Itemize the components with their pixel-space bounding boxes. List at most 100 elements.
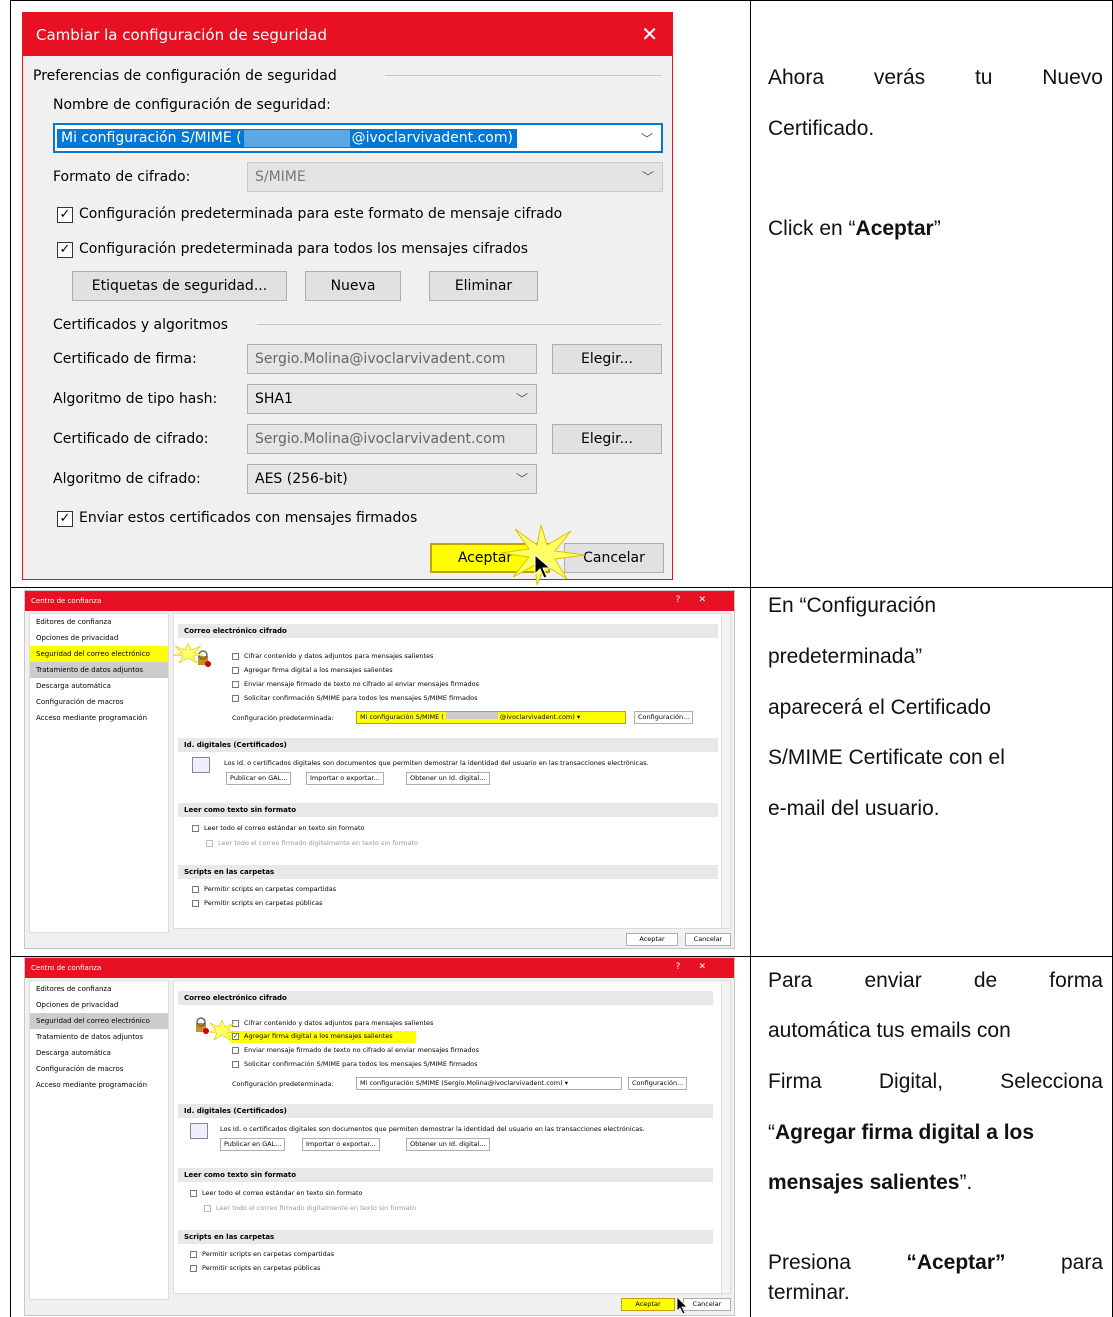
sidebar-item[interactable]: Descarga automática <box>30 678 168 694</box>
chevron-down-icon: ﹀ <box>515 472 528 486</box>
help-icon[interactable]: ? <box>676 962 699 972</box>
table-border-middle <box>750 0 751 1317</box>
scripts-public-checkbox[interactable] <box>192 900 199 907</box>
smime-receipt-checkbox[interactable] <box>232 695 239 702</box>
sidebar-item[interactable]: Tratamiento de datos adjuntos <box>30 662 168 678</box>
default-all-checkbox[interactable]: ✓ <box>57 242 73 258</box>
sidebar-item[interactable]: Configuración de macros <box>30 1061 168 1077</box>
table-row-divider <box>10 587 1113 588</box>
default-setting-label: Configuración predeterminada: <box>232 714 334 722</box>
trust-center-window-1: Centro de confianza ?✕ Editores de confi… <box>24 590 735 949</box>
publish-gal-button[interactable]: Publicar en GAL... <box>226 772 292 785</box>
hash-label: Algoritmo de tipo hash: <box>53 391 218 407</box>
trust-cancel-button[interactable]: Cancelar <box>683 1298 731 1311</box>
dialog-titlebar: Cambiar la configuración de seguridad ✕ <box>23 13 672 56</box>
scrollbar[interactable] <box>721 981 730 1293</box>
scripts-public-label: Permitir scripts en carpetas públicas <box>202 1264 321 1272</box>
word: enviar <box>864 969 922 992</box>
sidebar-item[interactable]: Opciones de privacidad <box>30 997 168 1013</box>
new-button[interactable]: Nueva <box>305 271 401 301</box>
configuration-button[interactable]: Configuración... <box>634 711 694 724</box>
enc-alg-select[interactable]: AES (256-bit) ﹀ <box>247 464 537 494</box>
sidebar-item[interactable]: Opciones de privacidad <box>30 630 168 646</box>
sidebar-item[interactable]: Configuración de macros <box>30 694 168 710</box>
trust-cancel-button[interactable]: Cancelar <box>685 933 731 946</box>
import-export-button[interactable]: Importar o exportar... <box>306 772 384 785</box>
chevron-down-icon: ﹀ <box>641 170 654 184</box>
obtain-id-button[interactable]: Obtener un Id. digital... <box>406 772 490 785</box>
default-setting-text: Mi configuración S/MIME (Sergio.Molina@i… <box>360 1079 563 1087</box>
text: ”. <box>959 1171 973 1194</box>
security-settings-dialog: Cambiar la configuración de seguridad ✕ … <box>22 12 673 585</box>
section-encrypted-email: Correo electrónico cifrado <box>178 624 718 638</box>
section-digital-ids: Id. digitales (Certificados) <box>178 1104 713 1118</box>
close-icon[interactable]: ✕ <box>641 22 658 46</box>
close-icon[interactable]: ✕ <box>698 962 724 972</box>
sidebar-item[interactable]: Acceso mediante programación <box>30 710 168 726</box>
plain-all-checkbox[interactable] <box>192 825 199 832</box>
choose-enc-cert-button[interactable]: Elegir... <box>552 424 662 454</box>
default-setting-domain: @ivoclarvivadent.com) <box>499 713 575 721</box>
help-icon[interactable]: ? <box>676 595 699 605</box>
hash-select[interactable]: SHA1 ﹀ <box>247 384 537 414</box>
sidebar-item[interactable]: Descarga automática <box>30 1045 168 1061</box>
default-format-checkbox[interactable]: ✓ <box>57 207 73 223</box>
trust-center-main: Correo electrónico cifrado Cifrar conten… <box>173 613 731 929</box>
format-select[interactable]: S/MIME ﹀ <box>247 162 663 192</box>
group-divider <box>385 75 662 76</box>
configuration-button[interactable]: Configuración... <box>628 1077 688 1090</box>
sidebar-item-email-security[interactable]: Seguridad del correo electrónico <box>30 1013 168 1029</box>
sidebar-item[interactable]: Editores de confianza <box>30 981 168 997</box>
instruction-row2-line4: S/MIME Certificate con el <box>768 746 1005 769</box>
instruction-row2-line2: predeterminada” <box>768 645 923 668</box>
sign-cert-field[interactable]: Sergio.Molina@ivoclarvivadent.com <box>247 344 537 374</box>
trust-center-titlebar: Centro de confianza ?✕ <box>25 958 734 978</box>
bold-text: Aceptar <box>855 217 934 240</box>
obtain-id-button[interactable]: Obtener un Id. digital... <box>406 1138 490 1151</box>
section-encrypted-email: Correo electrónico cifrado <box>178 991 713 1005</box>
smime-receipt-checkbox[interactable] <box>232 1061 239 1068</box>
config-name-select[interactable]: Mi configuración S/MIME ( @ivoclarvivade… <box>53 123 663 153</box>
close-icon[interactable]: ✕ <box>698 595 724 605</box>
default-setting-select[interactable]: Mi configuración S/MIME (Sergio.Molina@i… <box>356 1077 622 1090</box>
scripts-shared-checkbox[interactable] <box>190 1251 197 1258</box>
plain-all-checkbox[interactable] <box>190 1190 197 1197</box>
certificate-icon <box>190 1123 208 1139</box>
scripts-shared-checkbox[interactable] <box>192 886 199 893</box>
security-labels-button[interactable]: Etiquetas de seguridad... <box>72 271 287 301</box>
encrypt-checkbox[interactable] <box>232 653 239 660</box>
instruction-row2-line5: e-mail del usuario. <box>768 797 940 820</box>
click-burst-icon <box>209 1020 235 1040</box>
cleartext-label: Enviar mensaje firmado de texto no cifra… <box>244 1046 480 1054</box>
publish-gal-button[interactable]: Publicar en GAL... <box>220 1138 286 1151</box>
redacted-block <box>445 712 498 719</box>
default-setting-select[interactable]: Mi configuración S/MIME (@ivoclarvivaden… <box>356 711 626 724</box>
instruction-row3-line5: mensajes salientes”. <box>768 1160 972 1206</box>
cleartext-checkbox[interactable] <box>232 1047 239 1054</box>
section-plain-text: Leer como texto sin formato <box>178 803 718 817</box>
scripts-shared-label: Permitir scripts en carpetas compartidas <box>202 1250 335 1258</box>
section-scripts: Scripts en las carpetas <box>178 1230 713 1244</box>
trust-ok-button[interactable]: Aceptar <box>626 933 678 946</box>
word: verás <box>873 66 926 89</box>
text: ” <box>933 217 941 240</box>
sidebar-item[interactable]: Acceso mediante programación <box>30 1077 168 1093</box>
scripts-public-checkbox[interactable] <box>190 1265 197 1272</box>
config-name-label: Nombre de configuración de seguridad: <box>53 97 331 113</box>
send-certs-checkbox[interactable]: ✓ <box>57 511 73 527</box>
instruction-row2-line3: aparecerá el Certificado <box>768 696 991 719</box>
enc-cert-field[interactable]: Sergio.Molina@ivoclarvivadent.com <box>247 424 537 454</box>
sidebar-item-email-security[interactable]: Seguridad del correo electrónico <box>30 646 168 662</box>
sidebar-item[interactable]: Editores de confianza <box>30 614 168 630</box>
import-export-button[interactable]: Importar o exportar... <box>302 1138 380 1151</box>
sidebar-item[interactable]: Tratamiento de datos adjuntos <box>30 1029 168 1045</box>
bold-text: Agregar firma digital a los <box>775 1121 1035 1144</box>
scrollbar[interactable] <box>721 614 730 928</box>
choose-sign-cert-button[interactable]: Elegir... <box>552 344 662 374</box>
delete-button[interactable]: Eliminar <box>429 271 538 301</box>
cleartext-checkbox[interactable] <box>232 681 239 688</box>
plain-signed-checkbox[interactable] <box>206 840 213 847</box>
sign-checkbox[interactable] <box>232 667 239 674</box>
plain-signed-checkbox[interactable] <box>204 1205 211 1212</box>
plain-signed-label: Leer todo el correo firmado digitalmente… <box>218 839 418 847</box>
